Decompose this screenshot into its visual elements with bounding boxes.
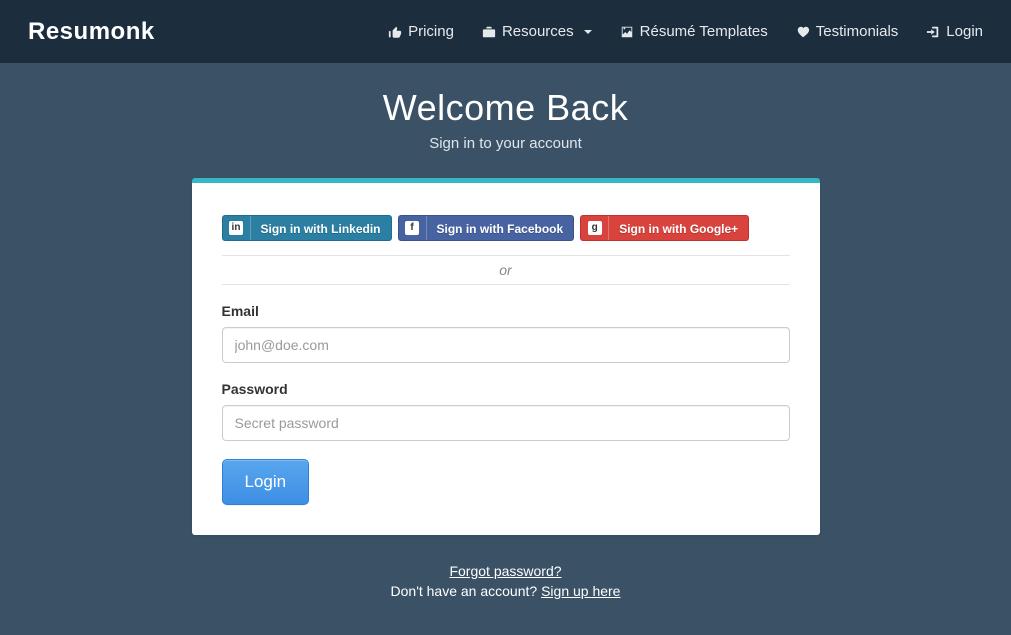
- signin-google-label: Sign in with Google+: [609, 216, 748, 240]
- brand-logo[interactable]: Resumonk: [28, 18, 155, 46]
- signup-link[interactable]: Sign up here: [541, 583, 620, 599]
- below-card-links: Forgot password? Don't have an account? …: [0, 563, 1011, 599]
- signin-linkedin-button[interactable]: in Sign in with Linkedin: [222, 215, 392, 241]
- signup-prompt: Don't have an account? Sign up here: [0, 583, 1011, 599]
- nav-login[interactable]: Login: [926, 23, 983, 40]
- login-card: in Sign in with Linkedin f Sign in with …: [192, 178, 820, 535]
- password-label: Password: [222, 381, 790, 397]
- heart-icon: [796, 25, 810, 39]
- facebook-icon: f: [399, 216, 427, 240]
- nav-resources[interactable]: Resources: [482, 23, 592, 40]
- nav-pricing[interactable]: Pricing: [388, 23, 454, 40]
- signin-facebook-button[interactable]: f Sign in with Facebook: [398, 215, 575, 241]
- page-title: Welcome Back: [0, 87, 1011, 129]
- chevron-down-icon: [584, 30, 592, 34]
- login-icon: [926, 25, 940, 39]
- briefcase-icon: [482, 25, 496, 39]
- signin-facebook-label: Sign in with Facebook: [427, 216, 574, 240]
- nav-pricing-label: Pricing: [408, 23, 454, 40]
- linkedin-icon: in: [223, 216, 251, 240]
- nav-resources-label: Resources: [502, 23, 574, 40]
- nav-templates-label: Résumé Templates: [640, 23, 768, 40]
- forgot-password-link[interactable]: Forgot password?: [449, 563, 561, 579]
- picture-icon: [620, 25, 634, 39]
- or-divider: or: [222, 255, 790, 285]
- signin-linkedin-label: Sign in with Linkedin: [251, 216, 391, 240]
- login-button[interactable]: Login: [222, 459, 310, 505]
- thumbs-up-icon: [388, 25, 402, 39]
- email-input[interactable]: [222, 327, 790, 363]
- social-login-row: in Sign in with Linkedin f Sign in with …: [222, 215, 790, 241]
- nav-login-label: Login: [946, 23, 983, 40]
- nav-links: Pricing Resources Résumé Templates Testi…: [388, 23, 983, 40]
- nav-testimonials[interactable]: Testimonials: [796, 23, 899, 40]
- google-plus-icon: g: [581, 216, 609, 240]
- email-label: Email: [222, 303, 790, 319]
- password-input[interactable]: [222, 405, 790, 441]
- signup-prompt-text: Don't have an account?: [391, 583, 542, 599]
- navbar: Resumonk Pricing Resources Résumé Templa…: [0, 0, 1011, 63]
- page-subtitle: Sign in to your account: [0, 135, 1011, 152]
- signin-google-button[interactable]: g Sign in with Google+: [580, 215, 749, 241]
- nav-testimonials-label: Testimonials: [816, 23, 899, 40]
- hero: Welcome Back Sign in to your account: [0, 63, 1011, 178]
- nav-templates[interactable]: Résumé Templates: [620, 23, 768, 40]
